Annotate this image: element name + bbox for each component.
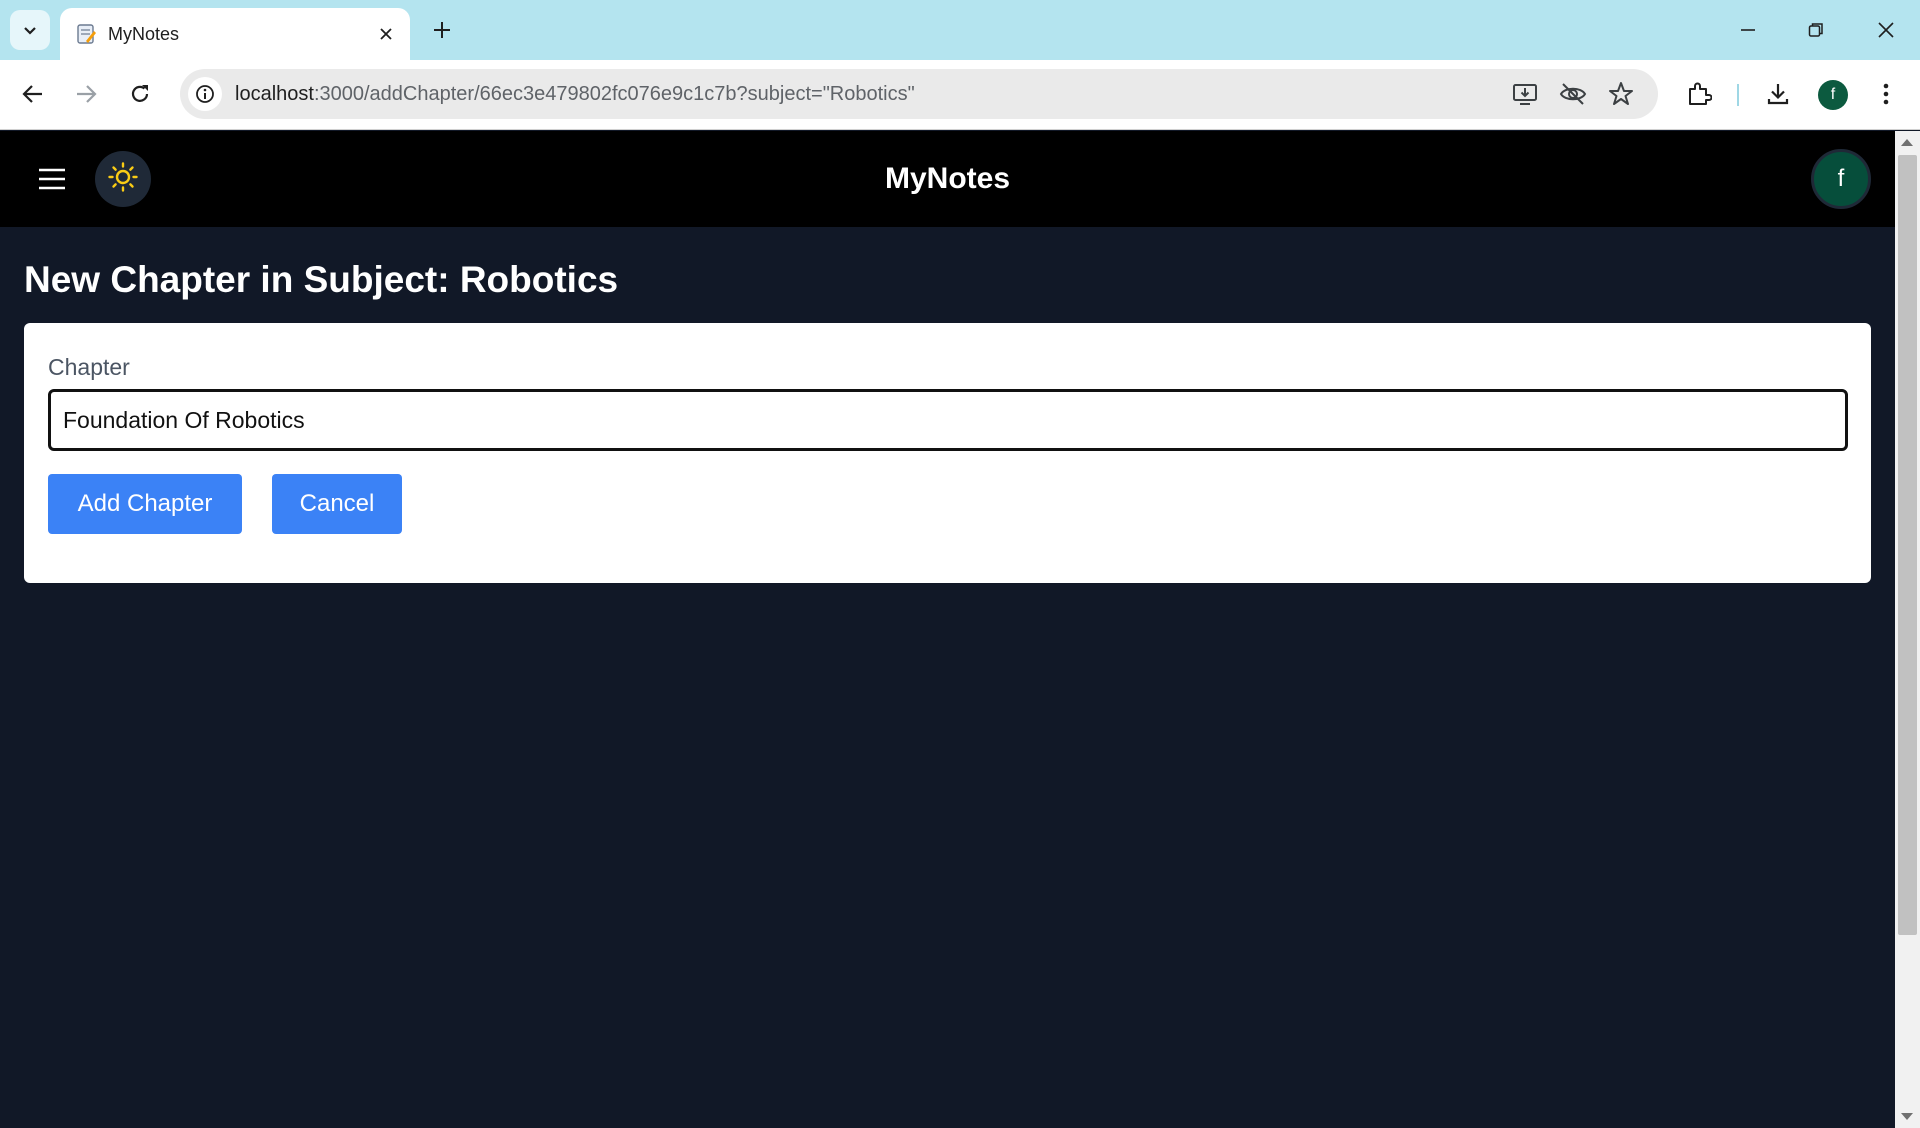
window-close-icon[interactable]	[1852, 0, 1920, 60]
close-icon[interactable]	[374, 22, 398, 46]
theme-toggle-button[interactable]	[95, 151, 151, 207]
notes-favicon-icon	[74, 22, 98, 46]
kebab-menu-icon[interactable]	[1866, 74, 1906, 114]
browser-tabstrip: MyNotes	[0, 0, 1920, 60]
eye-off-icon[interactable]	[1558, 79, 1588, 109]
download-icon[interactable]	[1758, 74, 1798, 114]
app-header: MyNotes f	[0, 131, 1895, 227]
reload-icon[interactable]	[120, 74, 160, 114]
user-avatar[interactable]: f	[1811, 149, 1871, 209]
restore-icon[interactable]	[1782, 0, 1850, 60]
url-text[interactable]: localhost:3000/addChapter/66ec3e479802fc…	[235, 82, 915, 106]
scroll-up-arrow-icon[interactable]	[1901, 139, 1913, 146]
page-title: New Chapter in Subject: Robotics	[24, 259, 619, 300]
install-app-icon[interactable]	[1510, 79, 1540, 109]
scroll-down-arrow-icon[interactable]	[1901, 1113, 1913, 1120]
star-icon[interactable]	[1606, 79, 1636, 109]
chapter-label: Chapter	[48, 354, 130, 380]
chapter-input[interactable]	[48, 389, 1848, 451]
hamburger-menu-icon[interactable]	[32, 159, 72, 199]
add-chapter-button[interactable]: Add Chapter	[48, 474, 242, 534]
extensions-icon[interactable]	[1679, 74, 1719, 114]
browser-toolbar: localhost:3000/addChapter/66ec3e479802fc…	[0, 60, 1920, 130]
sun-icon	[108, 162, 138, 196]
toolbar-divider	[1737, 84, 1739, 106]
scrollbar-thumb[interactable]	[1898, 155, 1917, 935]
page-scrollbar[interactable]	[1895, 131, 1920, 1128]
browser-tab[interactable]: MyNotes	[60, 8, 410, 60]
plus-icon[interactable]	[424, 12, 460, 48]
minimize-icon[interactable]	[1714, 0, 1782, 60]
tab-search-icon[interactable]	[10, 10, 50, 50]
back-arrow-icon[interactable]	[13, 74, 53, 114]
forward-arrow-icon[interactable]	[66, 74, 106, 114]
app-title: MyNotes	[884, 162, 1011, 195]
cancel-button[interactable]: Cancel	[272, 474, 402, 534]
browser-profile-avatar[interactable]: f	[1818, 80, 1848, 110]
url-path: :3000/addChapter/66ec3e479802fc076e9c1c7…	[313, 83, 915, 105]
address-bar[interactable]: localhost:3000/addChapter/66ec3e479802fc…	[180, 69, 1658, 119]
add-chapter-form: Chapter Add Chapter Cancel	[24, 323, 1871, 583]
page-viewport: MyNotes f New Chapter in Subject: Roboti…	[0, 131, 1895, 1128]
url-host: localhost	[235, 83, 314, 105]
tab-title: MyNotes	[108, 24, 180, 44]
site-info-icon[interactable]	[188, 77, 222, 111]
